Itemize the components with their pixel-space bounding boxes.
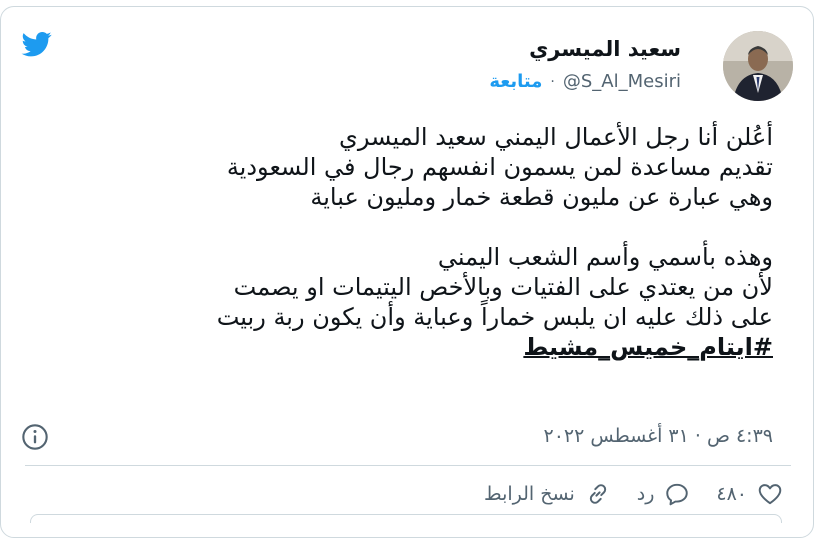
tweet-line: على ذلك عليه ان يلبس خماراً وعباية وأن ي…	[216, 303, 773, 331]
tweet-line: تقديم مساعدة لمن يسمون انفسهم رجال في ال…	[226, 153, 773, 181]
link-icon	[589, 484, 606, 504]
tweet-line: وهي عبارة عن مليون قطعة خمار ومليون عباي…	[310, 183, 773, 211]
heart-icon	[758, 484, 782, 505]
reply-bubble-icon	[666, 483, 689, 506]
like-count: ٤٨٠	[716, 483, 747, 505]
reply-button[interactable]: رد	[637, 481, 691, 507]
tweet-line: أعُلن أنا رجل الأعمال اليمني سعيد الميسر…	[339, 123, 773, 151]
separator-dot: ·	[550, 73, 555, 90]
twitter-bird-icon[interactable]	[19, 29, 55, 59]
copy-link-label: نسخ الرابط	[484, 483, 575, 505]
avatar-photo	[723, 31, 793, 101]
tweet-timestamp[interactable]: ٤:٣٩ ص · ٣١ أغسطس ٢٠٢٢	[544, 425, 773, 447]
tweet-line: وهذه بأسمي وأسم الشعب اليمني	[437, 243, 773, 271]
tweet-card: سعيد الميسري @S_Al_Mesiri · متابعة أعُلن…	[0, 6, 814, 538]
copy-link-button[interactable]: نسخ الرابط	[484, 481, 611, 507]
like-button[interactable]: ٤٨٠	[716, 481, 783, 507]
handle-row: @S_Al_Mesiri · متابعة	[489, 71, 681, 92]
tweet-line: لأن من يعتدي على الفتيات وبالأخص اليتيما…	[233, 273, 773, 301]
avatar[interactable]	[723, 31, 793, 101]
follow-button[interactable]: متابعة	[489, 71, 542, 92]
reply-label: رد	[636, 483, 655, 505]
author-name[interactable]: سعيد الميسري	[529, 37, 681, 61]
divider	[25, 465, 791, 466]
action-bar: ٤٨٠ رد نسخ الرابط	[458, 481, 783, 507]
author-handle[interactable]: @S_Al_Mesiri	[563, 71, 681, 92]
tweet-text: أعُلن أنا رجل الأعمال اليمني سعيد الميسر…	[53, 122, 773, 362]
info-icon[interactable]	[21, 423, 49, 451]
hashtag-link[interactable]: #ايتام_خميس_مشيط	[523, 333, 773, 361]
